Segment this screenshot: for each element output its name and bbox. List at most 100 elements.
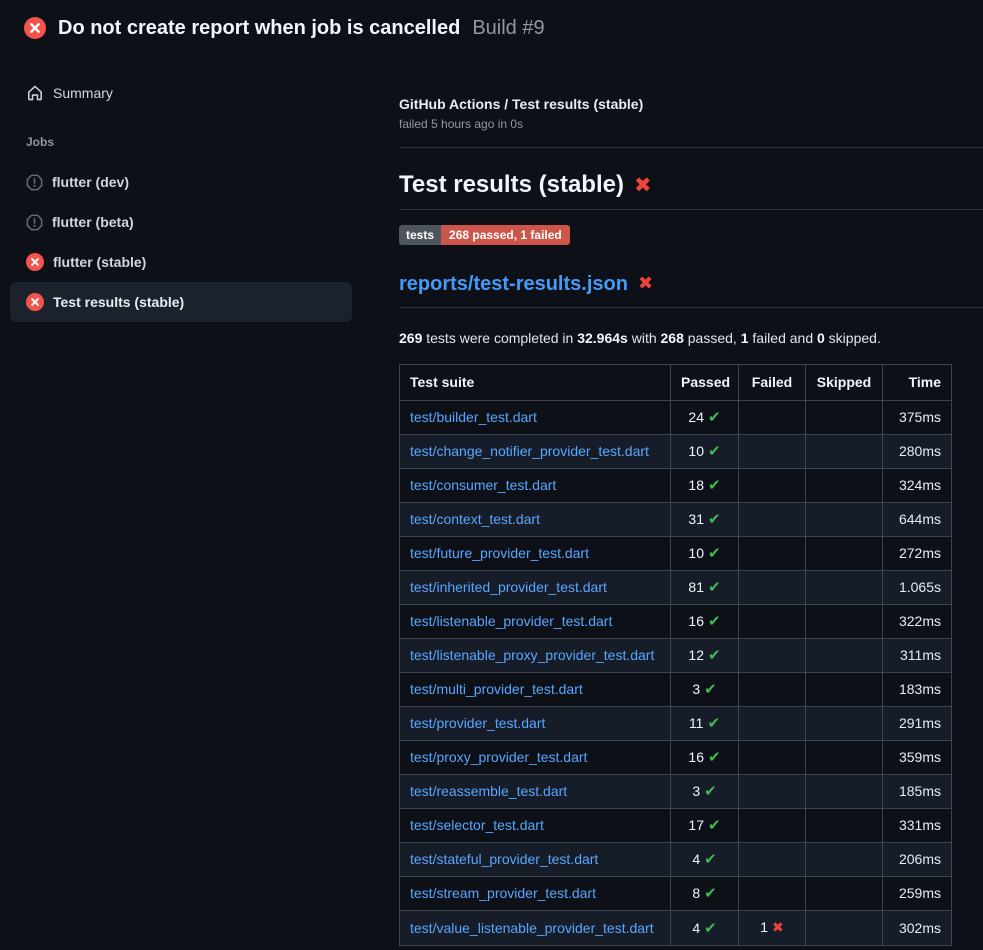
sidebar-item-summary[interactable]: Summary bbox=[10, 73, 352, 113]
passed-count: 24 bbox=[688, 409, 704, 425]
test-suite-cell: test/context_test.dart bbox=[400, 503, 671, 537]
passed-cell: 3✔ bbox=[671, 673, 739, 707]
check-icon: ✔ bbox=[704, 680, 717, 698]
table-row: test/selector_test.dart17✔331ms bbox=[400, 809, 952, 843]
failed-cell bbox=[739, 809, 806, 843]
results-table-body: test/builder_test.dart24✔375mstest/chang… bbox=[400, 401, 952, 946]
badge-label: tests bbox=[399, 225, 441, 245]
skipped-cell bbox=[806, 809, 883, 843]
passed-count: 3 bbox=[692, 681, 700, 697]
test-suite-link[interactable]: test/builder_test.dart bbox=[410, 409, 537, 425]
test-suite-link[interactable]: test/multi_provider_test.dart bbox=[410, 681, 583, 697]
test-suite-link[interactable]: test/change_notifier_provider_test.dart bbox=[410, 443, 649, 459]
sidebar-item-test-results-stable[interactable]: Test results (stable) bbox=[10, 282, 352, 322]
test-suite-cell: test/provider_test.dart bbox=[400, 707, 671, 741]
test-suite-link[interactable]: test/provider_test.dart bbox=[410, 715, 545, 731]
test-suite-cell: test/reassemble_test.dart bbox=[400, 775, 671, 809]
test-suite-link[interactable]: test/future_provider_test.dart bbox=[410, 545, 589, 561]
passed-count: 18 bbox=[688, 477, 704, 493]
passed-cell: 10✔ bbox=[671, 537, 739, 571]
skipped-cell bbox=[806, 469, 883, 503]
check-run-header: Do not create report when job is cancell… bbox=[0, 0, 983, 56]
table-row: test/stream_provider_test.dart8✔259ms bbox=[400, 877, 952, 911]
test-suite-cell: test/value_listenable_provider_test.dart bbox=[400, 911, 671, 946]
test-suite-link[interactable]: test/proxy_provider_test.dart bbox=[410, 749, 587, 765]
failed-cell bbox=[739, 537, 806, 571]
column-header-passed: Passed bbox=[671, 365, 739, 401]
table-row: test/future_provider_test.dart 10✔ 272ms bbox=[400, 537, 952, 571]
table-row: test/proxy_provider_test.dart16✔359ms bbox=[400, 741, 952, 775]
test-suite-link[interactable]: test/listenable_provider_test.dart bbox=[410, 613, 612, 629]
passed-count: 4 bbox=[692, 851, 700, 867]
check-run-content: GitHub Actions / Test results (stable) f… bbox=[375, 56, 983, 946]
failed-status-icon bbox=[26, 293, 44, 311]
table-row: test/change_notifier_provider_test.dart 1… bbox=[400, 435, 952, 469]
sidebar-item-label: Summary bbox=[53, 85, 113, 101]
test-suite-link[interactable]: test/value_listenable_provider_test.dart bbox=[410, 920, 654, 936]
skipped-cell bbox=[806, 741, 883, 775]
test-suite-link[interactable]: test/consumer_test.dart bbox=[410, 477, 556, 493]
failed-cell bbox=[739, 571, 806, 605]
time-cell: 644ms bbox=[883, 503, 952, 537]
passed-cell: 31✔ bbox=[671, 503, 739, 537]
table-row: test/stateful_provider_test.dart4✔206ms bbox=[400, 843, 952, 877]
cancelled-status-icon bbox=[26, 174, 43, 191]
failed-cell bbox=[739, 435, 806, 469]
test-suite-link[interactable]: test/selector_test.dart bbox=[410, 817, 544, 833]
check-icon: ✔ bbox=[708, 646, 721, 664]
home-icon bbox=[26, 84, 44, 102]
failed-cell bbox=[739, 639, 806, 673]
table-header-row: Test suite Passed Failed Skipped Time bbox=[400, 365, 952, 401]
badge-value: 268 passed, 1 failed bbox=[441, 225, 570, 245]
table-row: test/consumer_test.dart 18✔ 324ms bbox=[400, 469, 952, 503]
tests-badge: tests 268 passed, 1 failed bbox=[399, 225, 570, 245]
failed-cell bbox=[739, 707, 806, 741]
build-number: Build #9 bbox=[472, 17, 544, 40]
check-icon: ✔ bbox=[708, 510, 721, 528]
time-cell: 324ms bbox=[883, 469, 952, 503]
test-suite-link[interactable]: test/inherited_provider_test.dart bbox=[410, 579, 607, 595]
test-suite-link[interactable]: test/listenable_proxy_provider_test.dart bbox=[410, 647, 654, 663]
test-suite-cell: test/selector_test.dart bbox=[400, 809, 671, 843]
test-suite-link[interactable]: test/stream_provider_test.dart bbox=[410, 885, 596, 901]
skipped-cell bbox=[806, 503, 883, 537]
test-suite-cell: test/consumer_test.dart bbox=[400, 469, 671, 503]
sidebar-item-label: flutter (beta) bbox=[52, 214, 134, 230]
skipped-cell bbox=[806, 707, 883, 741]
failed-cell bbox=[739, 469, 806, 503]
test-suite-link[interactable]: test/stateful_provider_test.dart bbox=[410, 851, 598, 867]
sidebar-item-flutter-stable[interactable]: flutter (stable) bbox=[10, 242, 352, 282]
table-row: test/multi_provider_test.dart3✔183ms bbox=[400, 673, 952, 707]
test-suite-link[interactable]: test/context_test.dart bbox=[410, 511, 540, 527]
sidebar: Summary Jobs flutter (dev) flutter (beta… bbox=[0, 56, 375, 322]
check-icon: ✔ bbox=[708, 476, 721, 494]
test-results-table: Test suite Passed Failed Skipped Time te… bbox=[399, 364, 952, 946]
passed-count: 16 bbox=[688, 749, 704, 765]
time-cell: 311ms bbox=[883, 639, 952, 673]
sidebar-item-flutter-dev[interactable]: flutter (dev) bbox=[10, 162, 352, 202]
test-suite-cell: test/builder_test.dart bbox=[400, 401, 671, 435]
table-row: test/reassemble_test.dart3✔185ms bbox=[400, 775, 952, 809]
report-file-link[interactable]: reports/test-results.json bbox=[399, 271, 628, 297]
check-icon: ✔ bbox=[708, 748, 721, 766]
sidebar-item-flutter-beta[interactable]: flutter (beta) bbox=[10, 202, 352, 242]
tests-summary-text: 269 tests were completed in 32.964s with… bbox=[399, 328, 951, 348]
passed-cell: 3✔ bbox=[671, 775, 739, 809]
test-suite-link[interactable]: test/reassemble_test.dart bbox=[410, 783, 567, 799]
time-cell: 272ms bbox=[883, 537, 952, 571]
column-header-skipped: Skipped bbox=[806, 365, 883, 401]
column-header-failed: Failed bbox=[739, 365, 806, 401]
cross-icon: ✖ bbox=[634, 175, 652, 196]
passed-cell: 81✔ bbox=[671, 571, 739, 605]
test-suite-cell: test/proxy_provider_test.dart bbox=[400, 741, 671, 775]
skipped-cell bbox=[806, 911, 883, 946]
column-header-test-suite: Test suite bbox=[400, 365, 671, 401]
skipped-cell bbox=[806, 673, 883, 707]
passed-cell: 11✔ bbox=[671, 707, 739, 741]
check-icon: ✔ bbox=[708, 442, 721, 460]
check-icon: ✔ bbox=[708, 612, 721, 630]
skipped-cell bbox=[806, 843, 883, 877]
check-icon: ✔ bbox=[708, 408, 721, 426]
passed-cell: 10✔ bbox=[671, 435, 739, 469]
section-title: Test results (stable) ✖ bbox=[399, 170, 983, 210]
